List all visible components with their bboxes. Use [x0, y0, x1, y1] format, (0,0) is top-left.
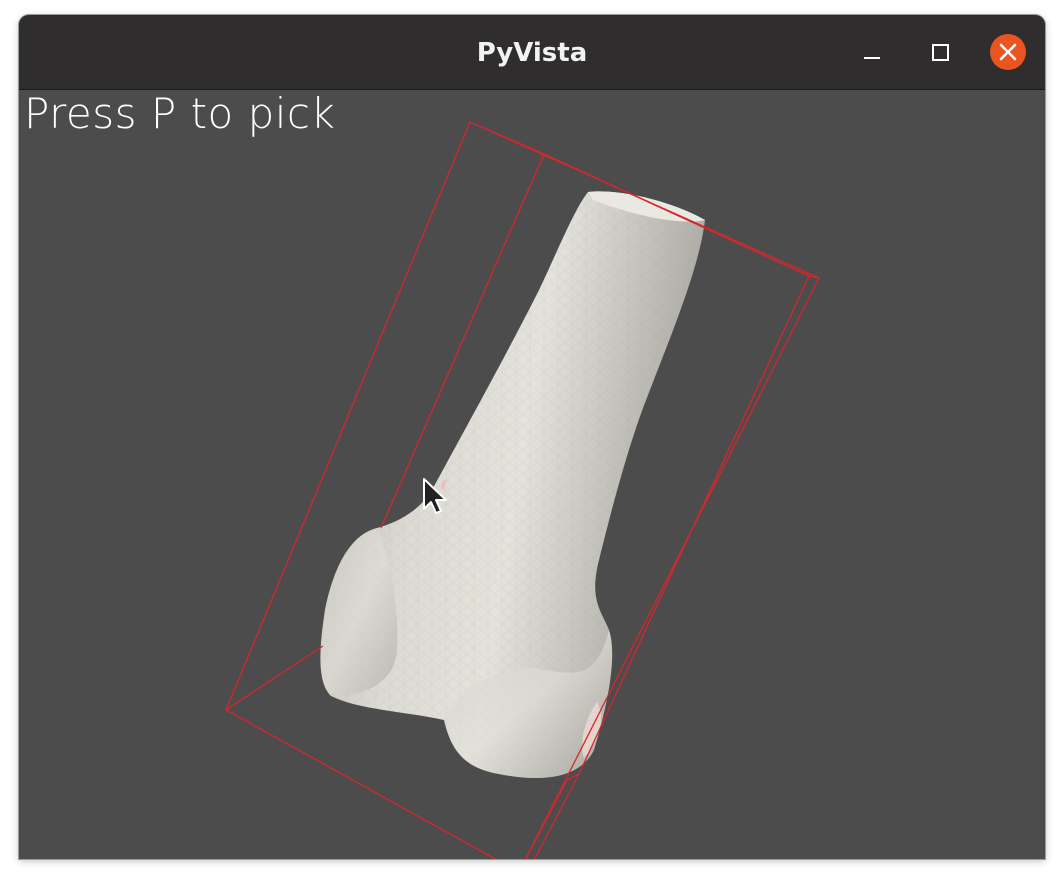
close-button[interactable] [990, 34, 1026, 70]
scene-canvas[interactable] [19, 90, 1045, 859]
minimize-icon [864, 57, 880, 59]
arrow-pointer-icon [422, 477, 448, 520]
window-title: PyVista [476, 38, 588, 68]
pyvista-window: PyVista Press P to pick [19, 15, 1045, 859]
femur-mesh[interactable] [320, 191, 705, 779]
pick-instruction-text: Press P to pick [24, 89, 336, 138]
render-viewport[interactable]: Press P to pick [19, 90, 1045, 859]
title-bar[interactable]: PyVista [19, 15, 1045, 90]
close-icon [999, 43, 1017, 61]
maximize-icon [932, 44, 949, 61]
maximize-button[interactable] [922, 34, 958, 70]
minimize-button[interactable] [854, 34, 890, 70]
